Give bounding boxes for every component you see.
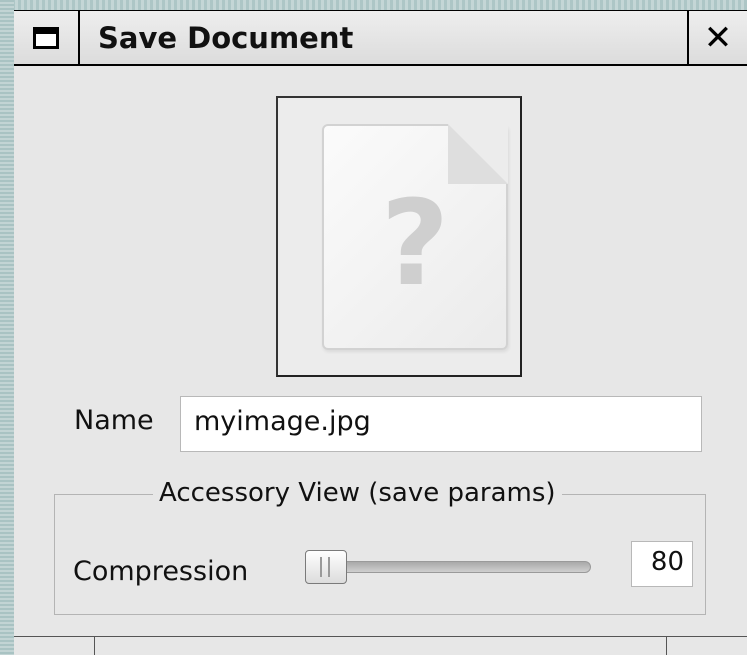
title-bar[interactable]: Save Document ✕ [14,10,747,66]
bottom-divider-right [666,637,667,655]
name-label: Name [74,405,154,436]
bottom-button-bar [14,636,747,655]
close-icon: ✕ [703,18,733,58]
window-title: Save Document [98,21,354,55]
bottom-divider-left [94,637,95,655]
question-mark-icon: ? [380,174,450,312]
compression-value-field[interactable] [631,541,693,587]
compression-slider-track[interactable] [305,561,591,573]
window-menu-button[interactable] [14,11,80,65]
window-menu-icon [33,27,59,49]
filename-input[interactable] [180,396,702,452]
close-button[interactable]: ✕ [687,11,747,65]
desktop-background-top [0,0,747,10]
desktop-background-left [0,0,14,655]
compression-label: Compression [73,556,249,587]
unknown-file-icon: ? [322,124,508,350]
accessory-view-group: Accessory View (save params) Compression [54,478,706,615]
file-preview: ? [276,96,522,377]
accessory-view-legend: Accessory View (save params) [153,478,562,508]
save-document-window: Save Document ✕ ? Name Accessory View (s… [14,10,747,655]
compression-slider-thumb[interactable] [305,550,347,584]
